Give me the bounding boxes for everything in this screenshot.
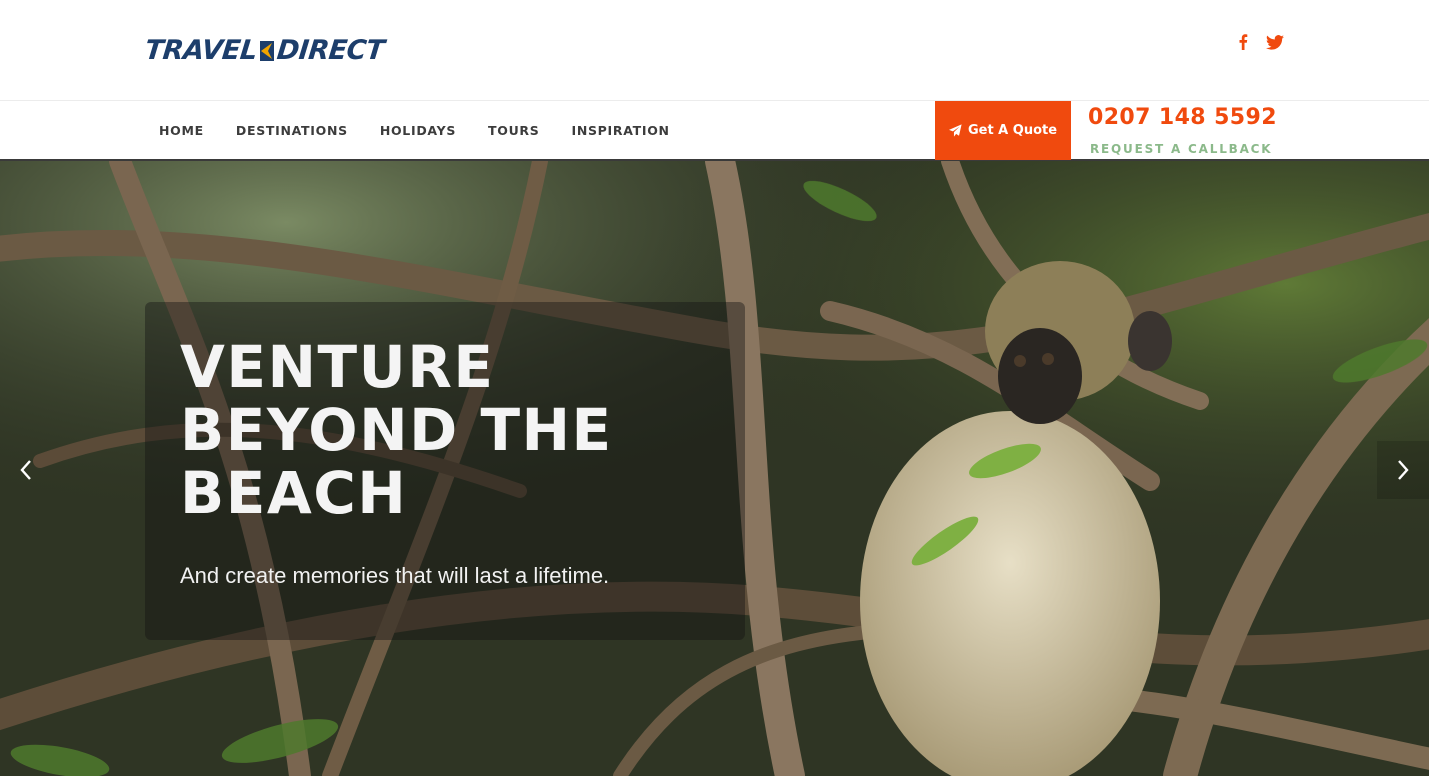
facebook-icon[interactable] (1234, 33, 1252, 51)
logo-text-travel: TRAVEL (143, 34, 259, 66)
main-navbar: HOME DESTINATIONS HOLIDAYS TOURS INSPIRA… (0, 100, 1429, 161)
main-nav: HOME DESTINATIONS HOLIDAYS TOURS INSPIRA… (143, 101, 686, 160)
logo-text-direct: DIRECT (275, 34, 386, 66)
twitter-icon[interactable] (1266, 33, 1284, 51)
hero-subline: And create memories that will last a lif… (180, 563, 610, 588)
nav-item-home[interactable]: HOME (143, 123, 220, 138)
slider-next-button[interactable] (1377, 441, 1429, 499)
social-links (1234, 33, 1284, 51)
chevron-left-icon (20, 460, 31, 480)
hero-slider: VENTURE BEYOND THE BEACH And create memo… (0, 161, 1429, 776)
chevron-right-icon (1398, 460, 1409, 480)
slider-prev-button[interactable] (0, 441, 52, 499)
nav-item-inspiration[interactable]: INSPIRATION (555, 123, 685, 138)
logo-arrow-icon (259, 41, 274, 61)
nav-item-destinations[interactable]: DESTINATIONS (220, 123, 364, 138)
get-a-quote-button[interactable]: Get A Quote (935, 101, 1071, 160)
get-a-quote-label: Get A Quote (967, 123, 1058, 138)
phone-number[interactable]: 0207 148 5592 (1088, 105, 1277, 130)
paper-plane-icon (948, 124, 962, 137)
nav-item-holidays[interactable]: HOLIDAYS (364, 123, 472, 138)
travel-direct-logo[interactable]: TRAVEL DIRECT (143, 32, 386, 68)
hero-headline: VENTURE BEYOND THE BEACH (180, 333, 613, 527)
nav-item-tours[interactable]: TOURS (472, 123, 555, 138)
top-header: TRAVEL DIRECT (0, 0, 1429, 100)
request-callback-link[interactable]: REQUEST A CALLBACK (1090, 142, 1272, 156)
